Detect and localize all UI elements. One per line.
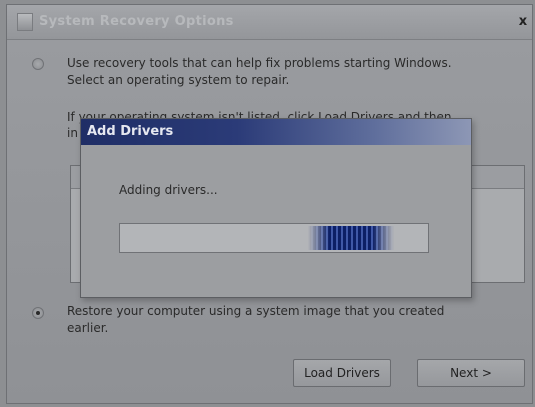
dialog-title-bar: Add Drivers [81,119,471,145]
restore-option-line2: earlier. [67,321,109,335]
add-drivers-dialog: Add Drivers Adding drivers... [80,118,472,298]
title-bar: System Recovery Options x [7,5,532,40]
restore-option-line1: Restore your computer using a system ima… [67,304,445,318]
repair-option-line2: Select an operating system to repair. [67,73,290,87]
adding-drivers-status: Adding drivers... [119,183,218,197]
instructions-line2: in [67,126,78,140]
close-button[interactable]: x [516,15,530,29]
repair-option-line1: Use recovery tools that can help fix pro… [67,56,452,70]
radio-restore-option[interactable] [32,307,44,319]
load-drivers-button[interactable]: Load Drivers [293,359,391,387]
progress-marquee [307,226,395,250]
next-button[interactable]: Next > [417,359,525,387]
window-app-icon [17,13,33,31]
window-title: System Recovery Options [39,14,234,29]
radio-repair-option[interactable] [32,58,44,70]
dialog-title: Add Drivers [87,124,174,139]
progress-bar [119,223,429,253]
